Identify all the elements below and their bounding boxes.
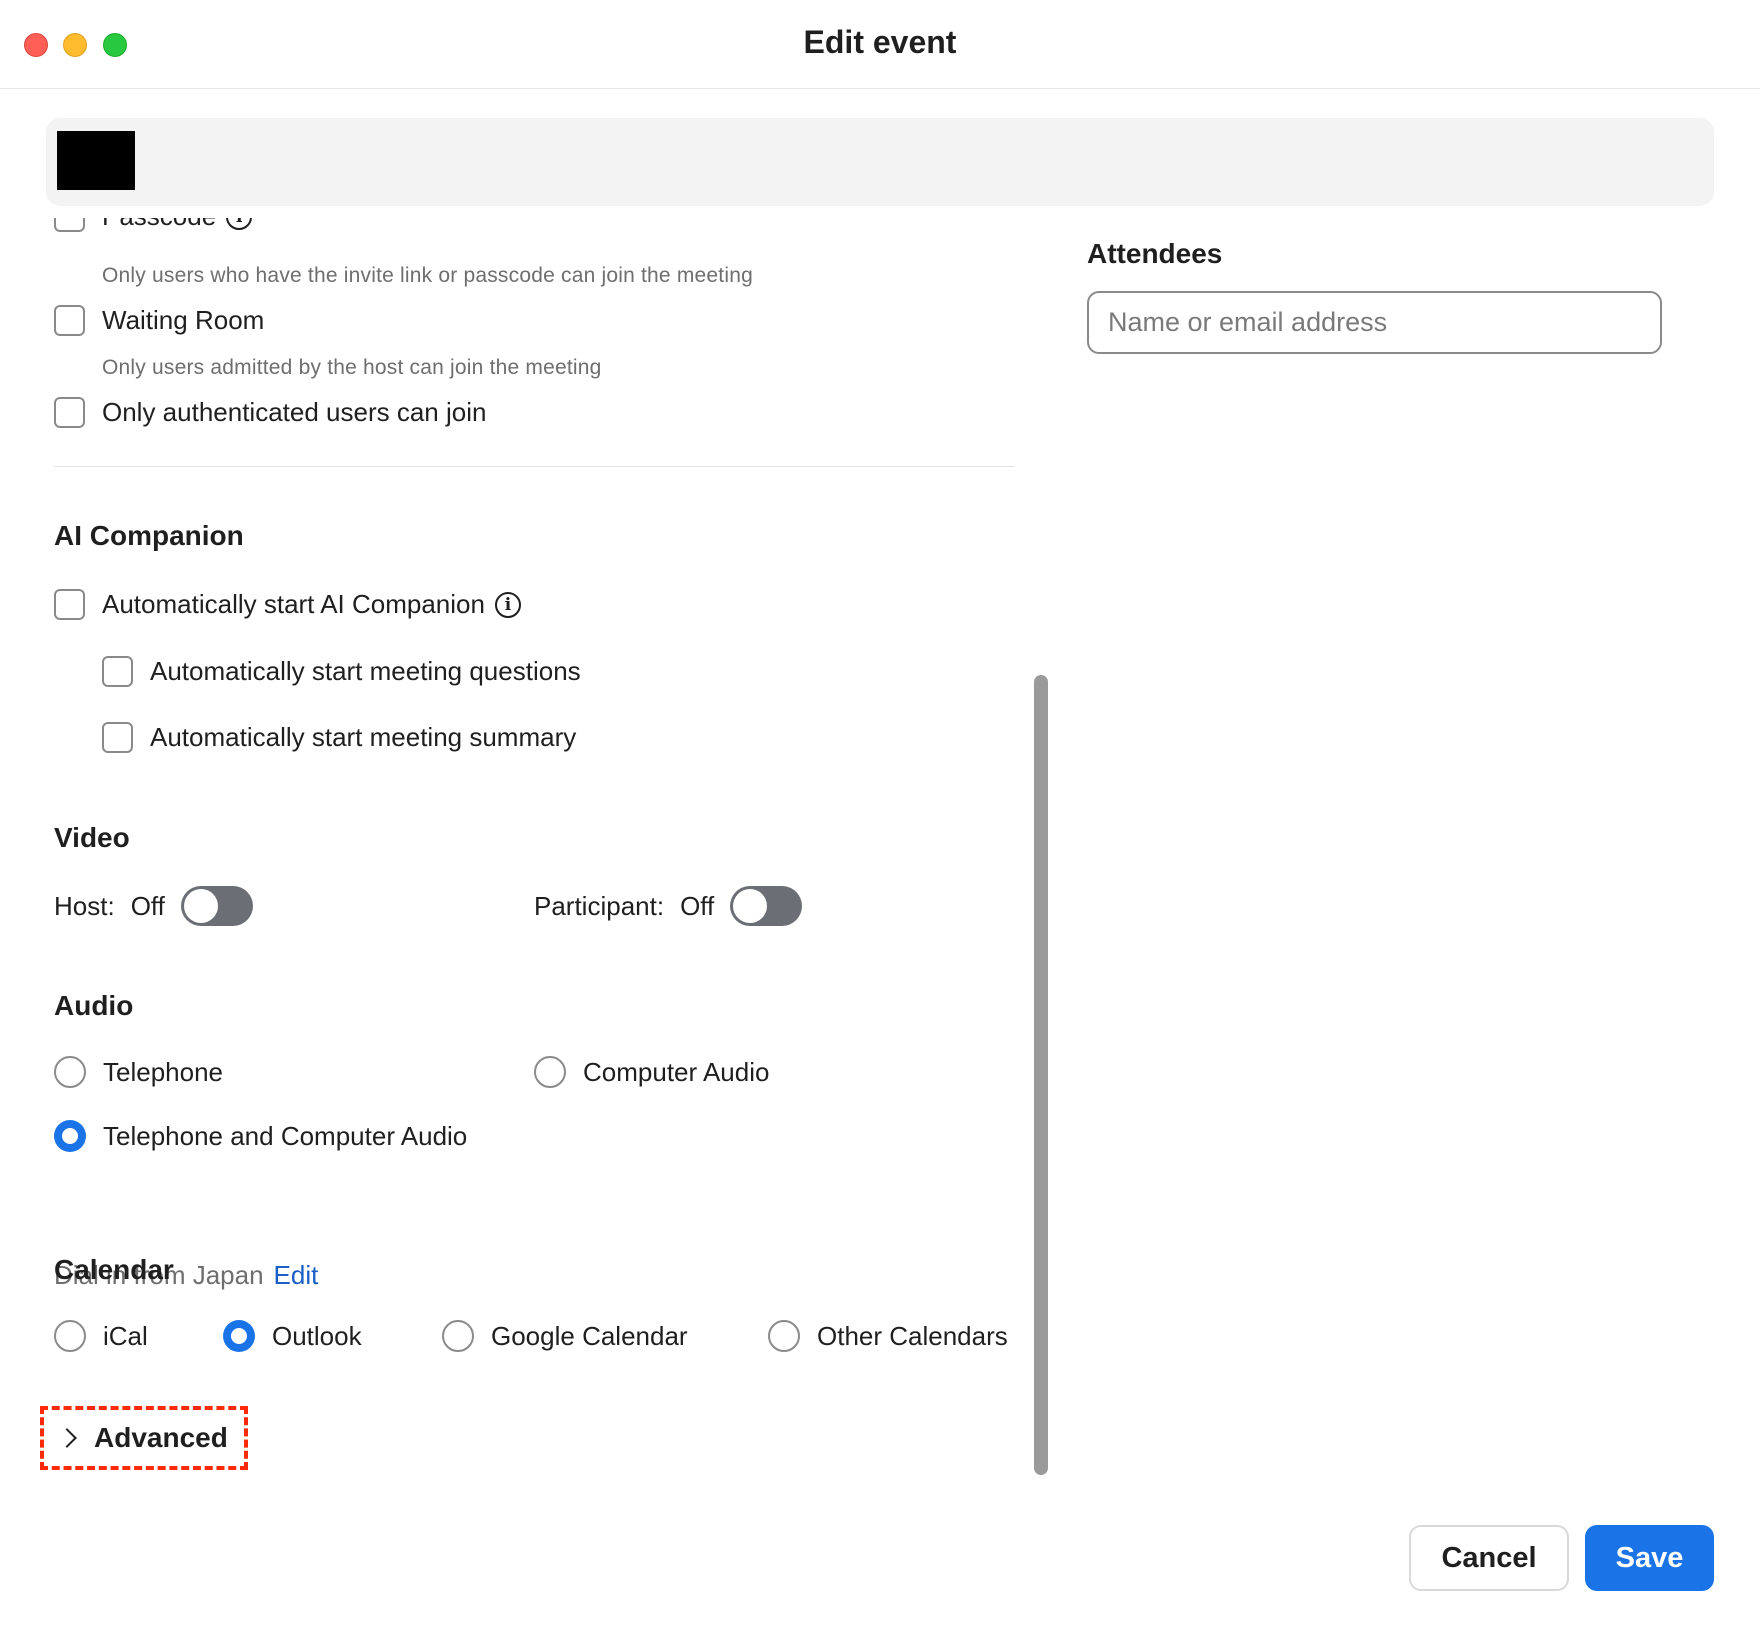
computer-audio-label: Computer Audio — [583, 1056, 770, 1087]
other-calendars-radio[interactable] — [768, 1320, 800, 1352]
passcode-help-text: Only users who have the invite link or p… — [102, 264, 753, 287]
ai-auto-start-row[interactable]: Automatically start AI Companion i — [54, 589, 521, 620]
passcode-row[interactable]: Passcode i — [54, 218, 253, 232]
video-title: Video — [54, 822, 130, 853]
participant-video-row: Participant: Off — [534, 886, 803, 926]
attendees-input[interactable] — [1087, 291, 1662, 354]
ical-radio[interactable] — [54, 1320, 86, 1352]
ai-questions-row[interactable]: Automatically start meeting questions — [102, 656, 581, 687]
advanced-toggle[interactable]: Advanced — [40, 1406, 248, 1470]
cancel-button[interactable]: Cancel — [1409, 1525, 1569, 1591]
ical-label: iCal — [103, 1320, 148, 1351]
edit-event-window: Edit event Passcode i Only users who hav… — [0, 0, 1760, 1644]
host-video-toggle[interactable] — [180, 886, 253, 926]
title-bar: Edit event — [0, 0, 1760, 89]
authenticated-users-checkbox[interactable] — [54, 397, 85, 428]
toggle-knob — [733, 889, 768, 923]
google-calendar-radio[interactable] — [442, 1320, 474, 1352]
ai-companion-info-icon[interactable]: i — [494, 591, 521, 618]
save-button[interactable]: Save — [1585, 1525, 1714, 1591]
passcode-label: Passcode — [102, 218, 216, 232]
participant-video-toggle[interactable] — [730, 886, 803, 926]
participant-video-label: Participant: — [534, 890, 665, 921]
toggle-knob — [183, 889, 218, 923]
host-video-label: Host: — [54, 890, 115, 921]
ai-auto-start-label: Automatically start AI Companion — [102, 589, 485, 619]
calendar-option-google[interactable]: Google Calendar — [442, 1320, 688, 1352]
telephone-label: Telephone — [103, 1056, 223, 1087]
audio-option-both[interactable]: Telephone and Computer Audio — [54, 1120, 467, 1152]
section-divider — [54, 466, 1014, 467]
audio-option-computer[interactable]: Computer Audio — [534, 1056, 769, 1088]
telephone-radio[interactable] — [54, 1056, 86, 1088]
ai-questions-checkbox[interactable] — [102, 656, 133, 687]
outlook-label: Outlook — [272, 1320, 362, 1351]
attendees-title: Attendees — [1087, 238, 1223, 269]
calendar-option-other[interactable]: Other Calendars — [768, 1320, 1008, 1352]
chevron-right-icon — [57, 1428, 77, 1448]
dial-in-edit-link[interactable]: Edit — [274, 1260, 319, 1290]
ai-summary-label: Automatically start meeting summary — [150, 722, 577, 752]
ai-questions-label: Automatically start meeting questions — [150, 656, 581, 686]
calendar-option-ical[interactable]: iCal — [54, 1320, 148, 1352]
ai-auto-start-checkbox[interactable] — [54, 589, 85, 620]
telephone-and-computer-radio[interactable] — [54, 1120, 86, 1152]
topic-bar[interactable] — [46, 118, 1714, 206]
settings-scroll-panel[interactable]: Passcode i Only users who have the invit… — [0, 218, 1040, 1478]
waiting-room-row[interactable]: Waiting Room — [54, 305, 264, 336]
host-video-value: Off — [130, 890, 165, 921]
ai-summary-row[interactable]: Automatically start meeting summary — [102, 722, 576, 753]
ai-companion-title: AI Companion — [54, 520, 244, 551]
scrollbar-thumb[interactable] — [1034, 675, 1048, 1475]
redacted-block — [57, 131, 135, 190]
telephone-and-computer-label: Telephone and Computer Audio — [103, 1120, 468, 1151]
ai-summary-checkbox[interactable] — [102, 722, 133, 753]
other-calendars-label: Other Calendars — [817, 1320, 1008, 1351]
calendar-option-outlook[interactable]: Outlook — [223, 1320, 362, 1352]
waiting-room-label: Waiting Room — [102, 305, 265, 335]
calendar-title: Calendar — [54, 1254, 174, 1285]
passcode-info-icon[interactable]: i — [226, 218, 253, 230]
audio-option-telephone[interactable]: Telephone — [54, 1056, 223, 1088]
authenticated-users-row[interactable]: Only authenticated users can join — [54, 397, 486, 428]
host-video-row: Host: Off — [54, 886, 253, 926]
authenticated-users-label: Only authenticated users can join — [102, 397, 487, 427]
participant-video-value: Off — [680, 890, 715, 921]
audio-title: Audio — [54, 990, 134, 1021]
outlook-radio[interactable] — [223, 1320, 255, 1352]
window-title: Edit event — [803, 24, 957, 60]
waiting-room-help-text: Only users admitted by the host can join… — [102, 356, 602, 379]
waiting-room-checkbox[interactable] — [54, 305, 85, 336]
computer-audio-radio[interactable] — [534, 1056, 566, 1088]
google-calendar-label: Google Calendar — [491, 1320, 688, 1351]
passcode-checkbox[interactable] — [54, 218, 85, 232]
advanced-label: Advanced — [94, 1422, 228, 1453]
